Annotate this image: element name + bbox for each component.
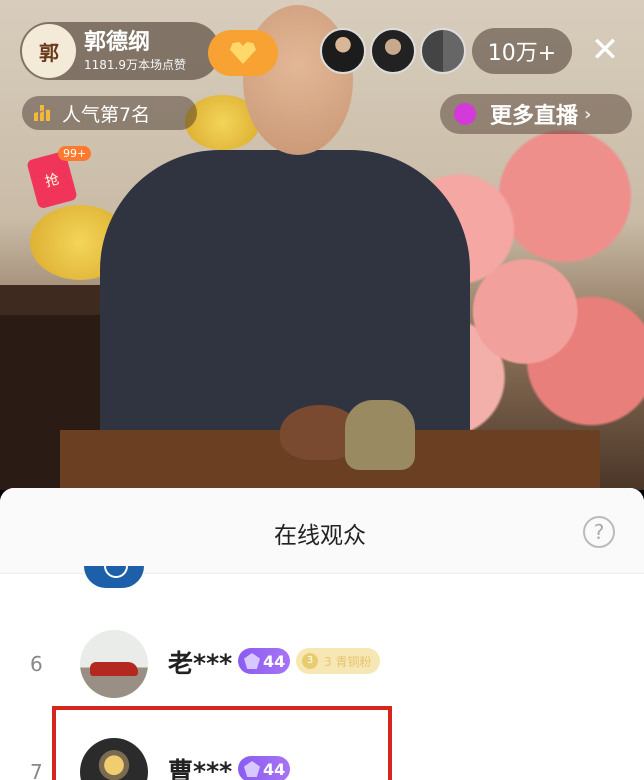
streamer-head: [243, 5, 353, 155]
host-likes: 1181.9万本场点赞: [84, 57, 186, 72]
avatar[interactable]: [80, 630, 148, 698]
fan-level-icon: 3: [302, 653, 318, 669]
red-packet-badge: 99+: [58, 146, 92, 161]
audience-rank: 7: [30, 760, 43, 780]
follow-button[interactable]: [208, 30, 278, 76]
more-live-label: 更多直播: [490, 104, 579, 129]
gem-icon: [244, 653, 260, 669]
heart-icon: [230, 42, 256, 64]
audience-rank: 6: [30, 652, 43, 676]
chevron-right-icon: ›: [584, 103, 592, 125]
popularity-rank-pill[interactable]: 人气第7名: [22, 96, 197, 130]
incense-burner: [345, 400, 415, 470]
level-value: 44: [263, 651, 286, 671]
help-icon[interactable]: ?: [583, 516, 615, 548]
top-viewer-avatar-3[interactable]: [420, 28, 466, 74]
highlight-box: [52, 706, 392, 780]
audience-name[interactable]: 老***: [168, 644, 232, 680]
host-avatar[interactable]: 郭: [22, 24, 76, 78]
fan-badge-label: 3 青铜粉: [324, 654, 372, 669]
host-info-pill[interactable]: 郭 郭德纲 1181.9万本场点赞: [20, 22, 220, 80]
sheet-header: 在线观众 ?: [0, 488, 644, 574]
more-live-button[interactable]: 更多直播 ›: [440, 94, 632, 134]
host-name: 郭德纲: [84, 29, 151, 55]
close-icon[interactable]: ✕: [585, 30, 625, 70]
online-audience-sheet: 在线观众 ? 6 老*** 44 3 3 青铜粉 7 曹*** 44: [0, 488, 644, 780]
viewer-count-button[interactable]: 10万+: [472, 28, 572, 74]
top-viewer-avatar-2[interactable]: [370, 28, 416, 74]
audience-avatar-partial[interactable]: [84, 566, 144, 588]
live-icon: [454, 103, 476, 125]
red-packet-text: 抢: [43, 171, 62, 191]
audience-row[interactable]: 6 老*** 44 3 3 青铜粉: [0, 624, 644, 704]
top-viewer-avatar-1[interactable]: [320, 28, 366, 74]
fan-badge: 3 3 青铜粉: [296, 648, 380, 674]
bars-icon: [34, 105, 50, 121]
popularity-rank-label: 人气第7名: [62, 103, 151, 126]
sheet-title: 在线观众: [274, 523, 366, 549]
level-badge: 44: [238, 648, 290, 674]
host-avatar-text: 郭: [39, 40, 59, 65]
